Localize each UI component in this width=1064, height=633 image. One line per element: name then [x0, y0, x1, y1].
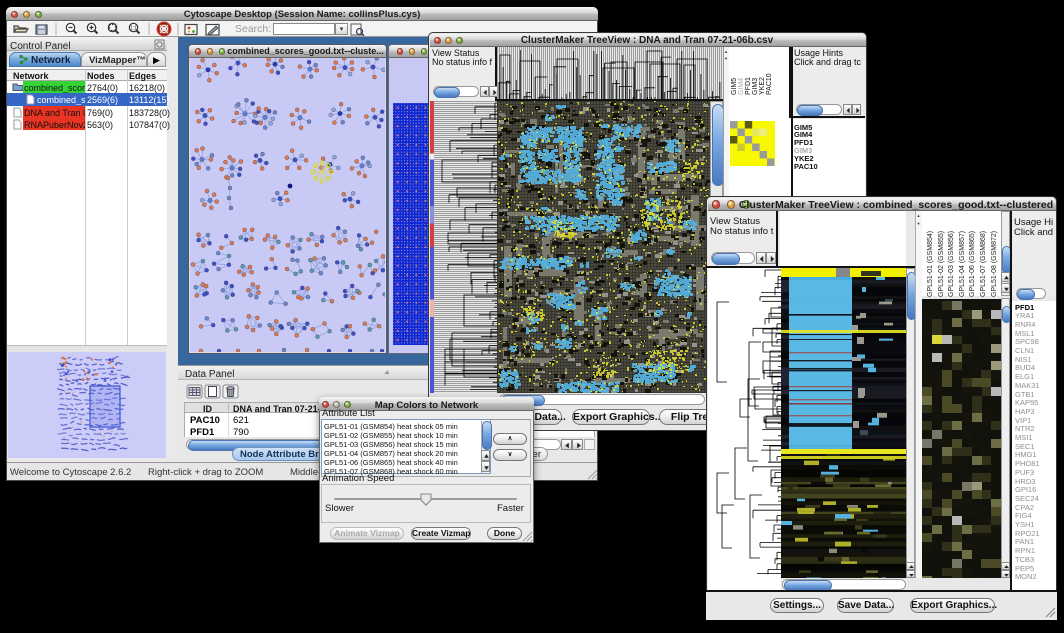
svg-text:1:1: 1:1	[130, 26, 137, 32]
svg-text:Search:: Search:	[235, 23, 271, 35]
